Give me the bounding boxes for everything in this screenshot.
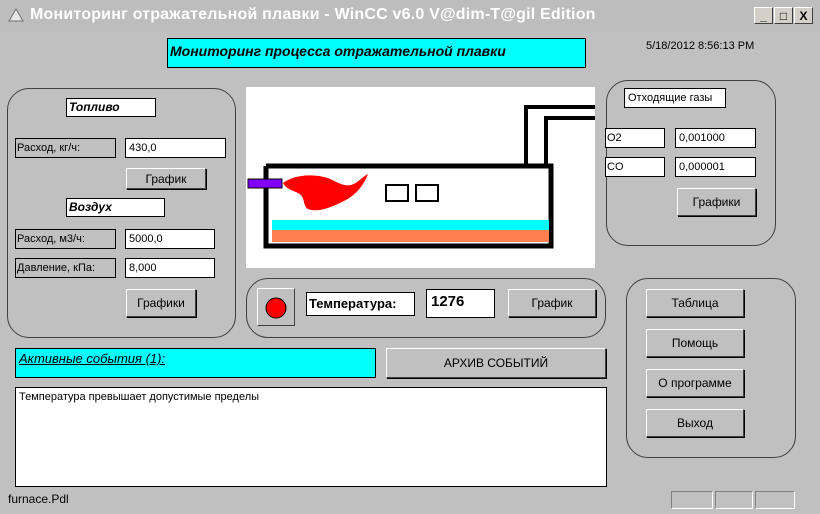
gases-title: Отходящие газы bbox=[624, 88, 726, 108]
status-cell bbox=[715, 491, 753, 509]
melt-bottom-layer bbox=[272, 230, 549, 242]
charge-window-1 bbox=[385, 184, 409, 202]
about-button[interactable]: О программе bbox=[646, 369, 744, 397]
gas-co-value: 0,000001 bbox=[675, 157, 756, 177]
furnace-schematic bbox=[247, 105, 595, 249]
furnace-diagram bbox=[246, 87, 595, 268]
air-pressure-label: Давление, кПа: bbox=[15, 258, 116, 278]
table-button[interactable]: Таблица bbox=[646, 289, 744, 317]
temperature-label: Температура: bbox=[306, 292, 415, 316]
fuel-title: Топливо bbox=[66, 98, 156, 117]
flue-inner-wall bbox=[544, 116, 595, 166]
title-bar: Мониторинг отражательной плавки - WinCC … bbox=[0, 0, 820, 32]
gas-o2-value: 0,001000 bbox=[675, 128, 756, 148]
datetime-display: 5/18/2012 8:56:13 PM bbox=[646, 40, 755, 52]
air-pressure-value: 8,000 bbox=[125, 258, 215, 278]
temperature-alarm-frame bbox=[257, 288, 295, 326]
flue-outer-wall bbox=[524, 105, 595, 166]
air-flow-value: 5000,0 bbox=[125, 229, 215, 249]
fuel-flow-value: 430,0 bbox=[125, 138, 226, 158]
air-charts-button[interactable]: Графики bbox=[126, 289, 196, 317]
alarm-indicator-icon bbox=[265, 297, 287, 319]
temperature-chart-button[interactable]: График bbox=[508, 289, 596, 317]
events-archive-button[interactable]: АРХИВ СОБЫТИЙ bbox=[386, 348, 606, 378]
burner bbox=[247, 178, 283, 189]
charge-window-2 bbox=[415, 184, 439, 202]
app-icon bbox=[8, 8, 24, 22]
window-title: Мониторинг отражательной плавки - WinCC … bbox=[30, 6, 596, 23]
minimize-button[interactable]: _ bbox=[754, 7, 773, 24]
status-file: furnace.Pdl bbox=[8, 492, 69, 506]
melt-top-layer bbox=[272, 220, 549, 230]
gases-charts-button[interactable]: Графики bbox=[677, 188, 756, 216]
event-message[interactable]: Температура превышает допустимые пределы bbox=[19, 391, 606, 403]
air-flow-label: Расход, м3/ч: bbox=[15, 229, 116, 249]
maximize-button[interactable]: □ bbox=[774, 7, 793, 24]
close-button[interactable]: X bbox=[794, 7, 813, 24]
flame bbox=[283, 174, 368, 211]
active-events-label[interactable]: Активные события (1): bbox=[15, 348, 376, 378]
air-title: Воздух bbox=[66, 198, 165, 217]
page-title: Мониторинг процесса отражательной плавки bbox=[167, 38, 586, 68]
temperature-value: 1276 bbox=[426, 289, 495, 318]
status-cell bbox=[671, 491, 713, 509]
gas-co-label: CO bbox=[605, 157, 665, 177]
events-list[interactable]: Температура превышает допустимые пределы bbox=[15, 387, 607, 487]
help-button[interactable]: Помощь bbox=[646, 329, 744, 357]
fuel-chart-button[interactable]: График bbox=[126, 168, 206, 189]
gas-o2-label: O2 bbox=[605, 128, 665, 148]
fuel-flow-label: Расход, кг/ч: bbox=[15, 138, 116, 158]
status-cell bbox=[755, 491, 795, 509]
exit-button[interactable]: Выход bbox=[646, 409, 744, 437]
